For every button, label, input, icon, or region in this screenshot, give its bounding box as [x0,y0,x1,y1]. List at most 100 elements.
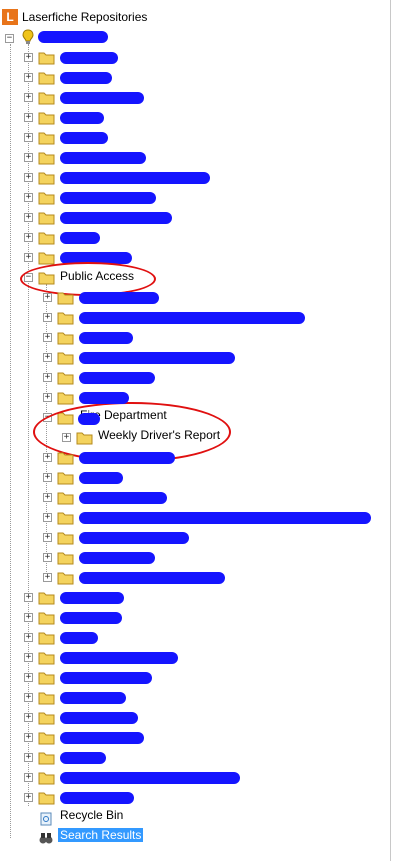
redaction-mark [60,672,152,684]
folder-icon [57,312,74,325]
expand-toggle[interactable]: + [24,793,33,802]
expand-toggle[interactable]: + [43,373,52,382]
expand-toggle[interactable]: + [24,173,33,182]
folder-icon [57,332,74,345]
annotation-circle [20,262,156,296]
folder-icon [38,652,55,665]
folder-icon [57,472,74,485]
expand-toggle[interactable]: + [24,733,33,742]
expand-toggle[interactable]: + [43,533,52,542]
folder-icon [57,552,74,565]
expand-toggle[interactable]: + [24,253,33,262]
search-results-label: Search Results [58,828,144,842]
folder-icon [38,732,55,745]
expand-toggle[interactable]: + [43,293,52,302]
folder-icon [57,372,74,385]
folder-icon [38,72,55,85]
redaction-mark [60,712,138,724]
expand-toggle[interactable]: + [24,73,33,82]
redaction-mark [79,312,305,324]
expand-toggle[interactable]: + [24,593,33,602]
expand-toggle[interactable]: + [24,633,33,642]
expand-toggle[interactable]: + [24,193,33,202]
redaction-mark [60,152,146,164]
tree-border [390,0,391,861]
folder-icon [57,292,74,305]
expand-toggle[interactable]: + [24,233,33,242]
redaction-mark [79,472,123,484]
redaction-mark [60,192,156,204]
expand-toggle[interactable]: + [43,493,52,502]
expand-toggle[interactable]: + [24,653,33,662]
redaction-mark [60,792,134,804]
redaction-mark [60,72,112,84]
folder-icon [38,172,55,185]
expand-toggle[interactable]: + [24,113,33,122]
folder-icon [38,752,55,765]
redaction-mark [79,552,155,564]
redaction-mark [79,372,155,384]
repository-icon [22,29,34,44]
folder-icon [38,692,55,705]
expand-toggle[interactable]: + [24,713,33,722]
collapse-toggle[interactable]: − [5,34,14,43]
expand-toggle[interactable]: + [24,693,33,702]
expand-toggle[interactable]: + [24,613,33,622]
redaction-mark [60,692,126,704]
expand-toggle[interactable]: + [43,333,52,342]
folder-icon [38,192,55,205]
redaction-mark [60,612,122,624]
folder-icon [57,352,74,365]
laserfiche-logo-icon: L [2,9,18,25]
redaction-mark [79,392,129,404]
redaction-mark [79,452,175,464]
redaction-mark [60,112,104,124]
redaction-mark [60,52,118,64]
folder-icon [38,132,55,145]
redaction-mark [79,352,235,364]
redaction-mark [60,172,210,184]
redaction-mark [60,592,124,604]
recycle-bin-icon [40,812,52,826]
folder-icon [38,152,55,165]
redaction-mark [38,31,108,43]
expand-toggle[interactable]: + [24,133,33,142]
redaction-mark [60,652,178,664]
expand-toggle[interactable]: + [24,673,33,682]
folder-icon [38,672,55,685]
expand-toggle[interactable]: + [43,313,52,322]
redaction-mark [60,732,144,744]
recycle-bin-label: Recycle Bin [60,808,124,822]
expand-toggle[interactable]: + [43,573,52,582]
folder-icon [38,252,55,265]
folder-icon [57,452,74,465]
folder-icon [38,52,55,65]
expand-toggle[interactable]: + [43,453,52,462]
expand-toggle[interactable]: + [43,513,52,522]
root-label: Laserfiche Repositories [22,10,148,24]
folder-icon [38,592,55,605]
folder-icon [38,112,55,125]
redaction-mark [60,632,98,644]
expand-toggle[interactable]: + [24,213,33,222]
redaction-mark [79,492,167,504]
redaction-mark [60,752,106,764]
expand-toggle[interactable]: + [24,153,33,162]
expand-toggle[interactable]: + [24,93,33,102]
expand-toggle[interactable]: + [24,53,33,62]
expand-toggle[interactable]: + [24,753,33,762]
redaction-mark [60,232,100,244]
folder-icon [38,92,55,105]
expand-toggle[interactable]: + [43,473,52,482]
folder-icon [38,632,55,645]
expand-toggle[interactable]: + [43,353,52,362]
folder-icon [57,492,74,505]
redaction-mark [79,532,189,544]
folder-icon [57,392,74,405]
expand-toggle[interactable]: + [43,553,52,562]
redaction-mark [79,332,133,344]
folder-icon [57,512,74,525]
expand-toggle[interactable]: + [24,773,33,782]
folder-icon [38,212,55,225]
expand-toggle[interactable]: + [43,393,52,402]
